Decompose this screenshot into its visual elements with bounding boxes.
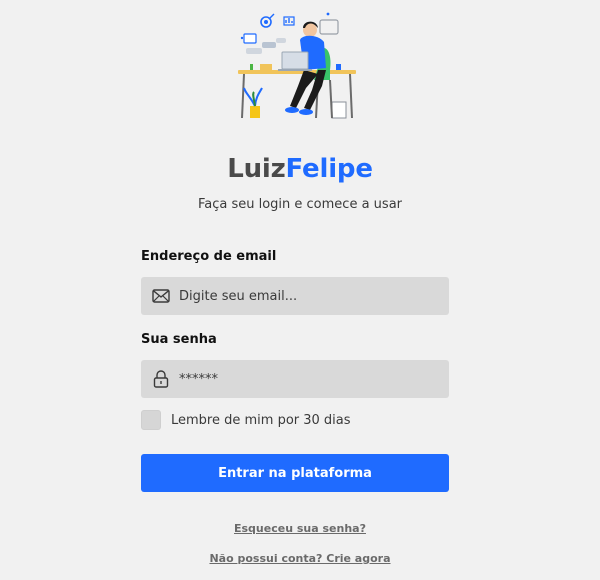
remember-me-label: Lembre de mim por 30 dias xyxy=(171,412,351,428)
lock-icon xyxy=(151,370,170,389)
password-field-container[interactable] xyxy=(141,360,449,398)
remember-me: Lembre de mim por 30 dias xyxy=(141,410,449,430)
forgot-password-link[interactable]: Esqueceu sua senha? xyxy=(234,522,366,535)
subtitle: Faça seu login e comece a usar xyxy=(197,197,403,212)
email-field-container[interactable] xyxy=(141,277,449,315)
person-at-desk-with-laptop-illustration xyxy=(238,12,356,119)
password-input[interactable] xyxy=(179,371,439,387)
plant xyxy=(243,87,263,118)
password-label: Sua senha xyxy=(141,332,217,347)
laptop xyxy=(278,51,312,71)
email-label: Endereço de email xyxy=(141,249,277,264)
signup-link[interactable]: Não possui conta? Crie agora xyxy=(209,552,390,565)
login-form: Endereço de email Sua senha xyxy=(141,248,449,492)
brand-logo: LuizFelipe xyxy=(0,154,600,184)
forgot-password-row: Esqueceu sua senha? xyxy=(0,517,600,536)
brand-name-part-1: Luiz xyxy=(227,154,286,184)
login-button[interactable]: Entrar na plataforma xyxy=(141,454,449,492)
login-page: LuizFelipe Faça seu login e comece a usa… xyxy=(0,0,600,580)
remember-me-checkbox[interactable] xyxy=(141,410,161,430)
email-input[interactable] xyxy=(179,288,439,304)
brand-name-part-2: Felipe xyxy=(285,154,373,184)
envelope-icon xyxy=(151,287,170,306)
signup-row: Não possui conta? Crie agora xyxy=(0,547,600,566)
